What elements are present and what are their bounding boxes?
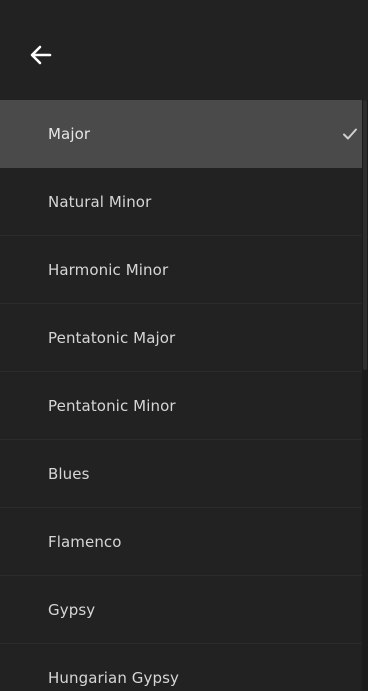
arrow-left-icon <box>30 45 52 65</box>
list-item-flamenco[interactable]: Flamenco <box>0 508 362 576</box>
checkmark-icon <box>343 128 357 139</box>
list-item-hungarian-gypsy[interactable]: Hungarian Gypsy <box>0 644 362 691</box>
list-item-label: Pentatonic Minor <box>48 396 176 415</box>
list-item-natural-minor[interactable]: Natural Minor <box>0 168 362 236</box>
list-item-pentatonic-major[interactable]: Pentatonic Major <box>0 304 362 372</box>
list-item-label: Hungarian Gypsy <box>48 668 180 687</box>
header <box>0 0 368 100</box>
list-item-label: Harmonic Minor <box>48 260 169 279</box>
back-button[interactable] <box>30 38 70 72</box>
list-item-label: Flamenco <box>48 532 122 551</box>
scale-picker-screen: Major Natural Minor Harmonic Minor Penta… <box>0 0 368 691</box>
list-item-label: Natural Minor <box>48 192 152 211</box>
scrollbar[interactable] <box>362 100 368 691</box>
list-item-harmonic-minor[interactable]: Harmonic Minor <box>0 236 362 304</box>
list-item-label: Gypsy <box>48 600 96 619</box>
scale-list: Major Natural Minor Harmonic Minor Penta… <box>0 100 362 691</box>
list-item-label: Blues <box>48 464 90 483</box>
list-item-gypsy[interactable]: Gypsy <box>0 576 362 644</box>
scrollbar-thumb[interactable] <box>363 100 367 370</box>
list-item-label: Pentatonic Major <box>48 328 176 347</box>
list-item-label: Major <box>48 124 91 143</box>
list-item-major[interactable]: Major <box>0 100 362 168</box>
list-item-blues[interactable]: Blues <box>0 440 362 508</box>
list-item-pentatonic-minor[interactable]: Pentatonic Minor <box>0 372 362 440</box>
